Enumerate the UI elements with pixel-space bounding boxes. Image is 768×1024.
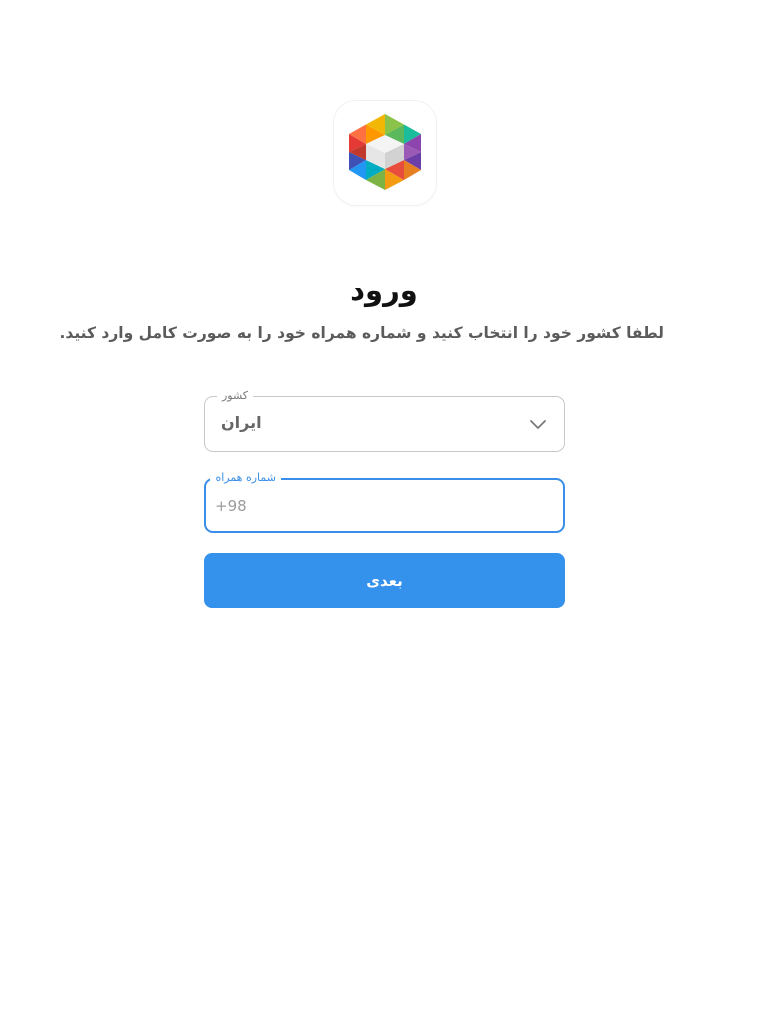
- next-button[interactable]: بعدی: [204, 553, 565, 608]
- country-select[interactable]: کشور ایران: [204, 388, 565, 452]
- page-title: ورود: [350, 273, 418, 307]
- rubika-hexagon-logo-icon: [349, 114, 421, 190]
- phone-number-input[interactable]: [206, 480, 563, 531]
- chevron-down-icon[interactable]: [528, 415, 548, 435]
- app-logo: [334, 101, 436, 205]
- phone-field[interactable]: شماره همراه: [204, 470, 565, 533]
- country-selected-value: ایران: [221, 413, 262, 432]
- login-page: ورود لطفا کشور خود را انتخاب کنید و شمار…: [0, 0, 768, 1024]
- country-field-label: کشور: [216, 388, 253, 404]
- page-subtitle: لطفا کشور خود را انتخاب کنید و شماره همر…: [59, 324, 665, 342]
